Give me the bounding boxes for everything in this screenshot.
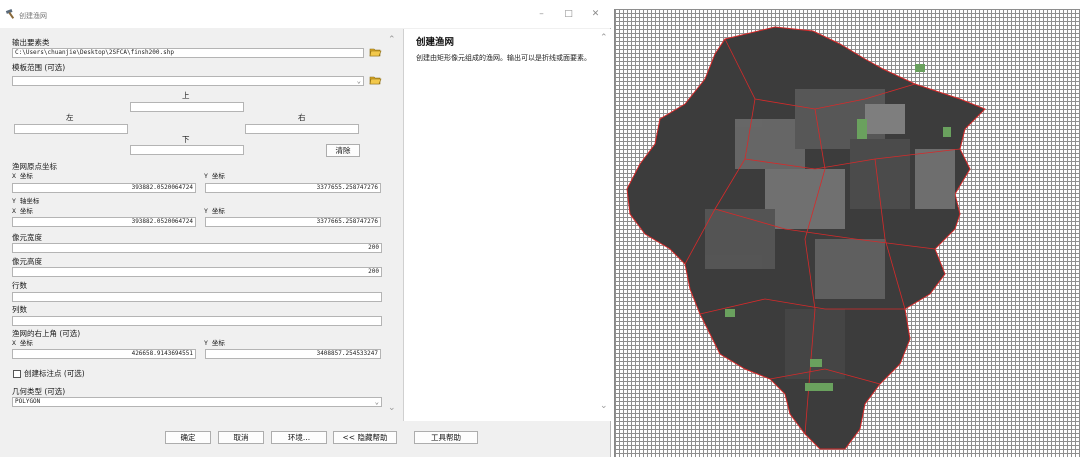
opposite-corner-label: 渔网的右上角 (可选)	[12, 329, 81, 338]
title-bar: 创建渔网 – □ ✕	[0, 0, 611, 28]
create-label-points-checkbox[interactable]	[13, 370, 21, 378]
map-canvas[interactable]	[614, 9, 1080, 457]
clear-button[interactable]: 清除	[326, 144, 360, 157]
geometry-type-select[interactable]: POLYGON ⌄	[12, 397, 382, 407]
ok-button[interactable]: 确定	[165, 431, 211, 444]
help-panel: 创建渔网 创建由矩形像元组成的渔网。输出可以是折线或面要素。 ⌃ ⌄	[403, 29, 611, 421]
cancel-button[interactable]: 取消	[218, 431, 264, 444]
extent-top-input[interactable]	[130, 102, 244, 112]
geometry-type-value: POLYGON	[15, 398, 41, 405]
environments-button[interactable]: 环境...	[271, 431, 327, 444]
maximize-icon[interactable]: □	[563, 9, 574, 20]
extent-left-input[interactable]	[14, 124, 128, 134]
map-layer	[626, 26, 986, 450]
minimize-icon[interactable]: –	[536, 9, 547, 20]
chevron-down-icon: ⌄	[374, 398, 379, 406]
cell-height-input[interactable]: 200	[12, 267, 382, 277]
rows-label: 行数	[12, 281, 27, 290]
origin-x-label: X 坐标	[12, 172, 33, 180]
template-extent-label: 模板范围 (可选)	[12, 63, 66, 72]
chevron-down-icon[interactable]: ⌄	[388, 403, 396, 413]
y-axis-y-label: Y 坐标	[204, 207, 225, 215]
create-fishnet-dialog: 创建渔网 – □ ✕ 输出要素类 C:\Users\chuanjie\Deskt…	[0, 0, 611, 457]
corner-y-label: Y 坐标	[204, 339, 225, 347]
form-scrollbar[interactable]: ⌃ ⌄	[386, 33, 400, 419]
output-feature-class-label: 输出要素类	[12, 38, 50, 47]
extent-bottom-input[interactable]	[130, 145, 244, 155]
fishnet-origin-label: 渔网原点坐标	[12, 162, 57, 171]
help-title: 创建渔网	[416, 37, 455, 48]
corner-y-input[interactable]: 3408857.254533247	[205, 349, 381, 359]
chevron-up-icon[interactable]: ⌃	[388, 35, 396, 45]
y-axis-label: Y 轴坐标	[12, 197, 40, 205]
geometry-type-label: 几何类型 (可选)	[12, 387, 66, 396]
chevron-up-icon[interactable]: ⌃	[600, 33, 608, 43]
extent-right-label: 右	[298, 113, 306, 122]
corner-x-input[interactable]: 426658.9143694551	[12, 349, 196, 359]
output-feature-class-input[interactable]: C:\Users\chuanjie\Desktop\2SFCA\finsh200…	[12, 48, 364, 58]
hammer-icon	[5, 9, 15, 19]
origin-y-input[interactable]: 3377655.258747276	[205, 183, 381, 193]
columns-input[interactable]	[12, 316, 382, 326]
cell-width-input[interactable]: 200	[12, 243, 382, 253]
extent-left-label: 左	[66, 113, 74, 122]
columns-label: 列数	[12, 305, 27, 314]
y-axis-y-input[interactable]: 3377665.258747276	[205, 217, 381, 227]
cell-width-label: 像元宽度	[12, 233, 42, 242]
cell-height-label: 像元高度	[12, 257, 42, 266]
tool-help-button[interactable]: 工具帮助	[414, 431, 478, 444]
help-body: 创建由矩形像元组成的渔网。输出可以是折线或面要素。	[416, 54, 591, 62]
rows-input[interactable]	[12, 292, 382, 302]
extent-bottom-label: 下	[182, 135, 190, 144]
origin-y-label: Y 坐标	[204, 172, 225, 180]
y-axis-x-input[interactable]: 393882.0520064724	[12, 217, 196, 227]
y-axis-x-label: X 坐标	[12, 207, 33, 215]
extent-top-label: 上	[182, 91, 190, 100]
folder-open-icon[interactable]	[369, 47, 382, 58]
parameters-form: 输出要素类 C:\Users\chuanjie\Desktop\2SFCA\fi…	[8, 31, 400, 420]
template-extent-combo[interactable]: ⌄	[12, 76, 364, 86]
extent-right-input[interactable]	[245, 124, 359, 134]
hide-help-button[interactable]: << 隐藏帮助	[333, 431, 397, 444]
origin-x-input[interactable]: 393882.0520064724	[12, 183, 196, 193]
chevron-down-icon: ⌄	[356, 77, 361, 85]
chevron-down-icon[interactable]: ⌄	[600, 401, 608, 411]
corner-x-label: X 坐标	[12, 339, 33, 347]
close-icon[interactable]: ✕	[590, 9, 601, 20]
folder-open-icon[interactable]	[369, 75, 382, 86]
window-title: 创建渔网	[19, 12, 47, 20]
create-label-points-label: 创建标注点 (可选)	[24, 369, 85, 378]
